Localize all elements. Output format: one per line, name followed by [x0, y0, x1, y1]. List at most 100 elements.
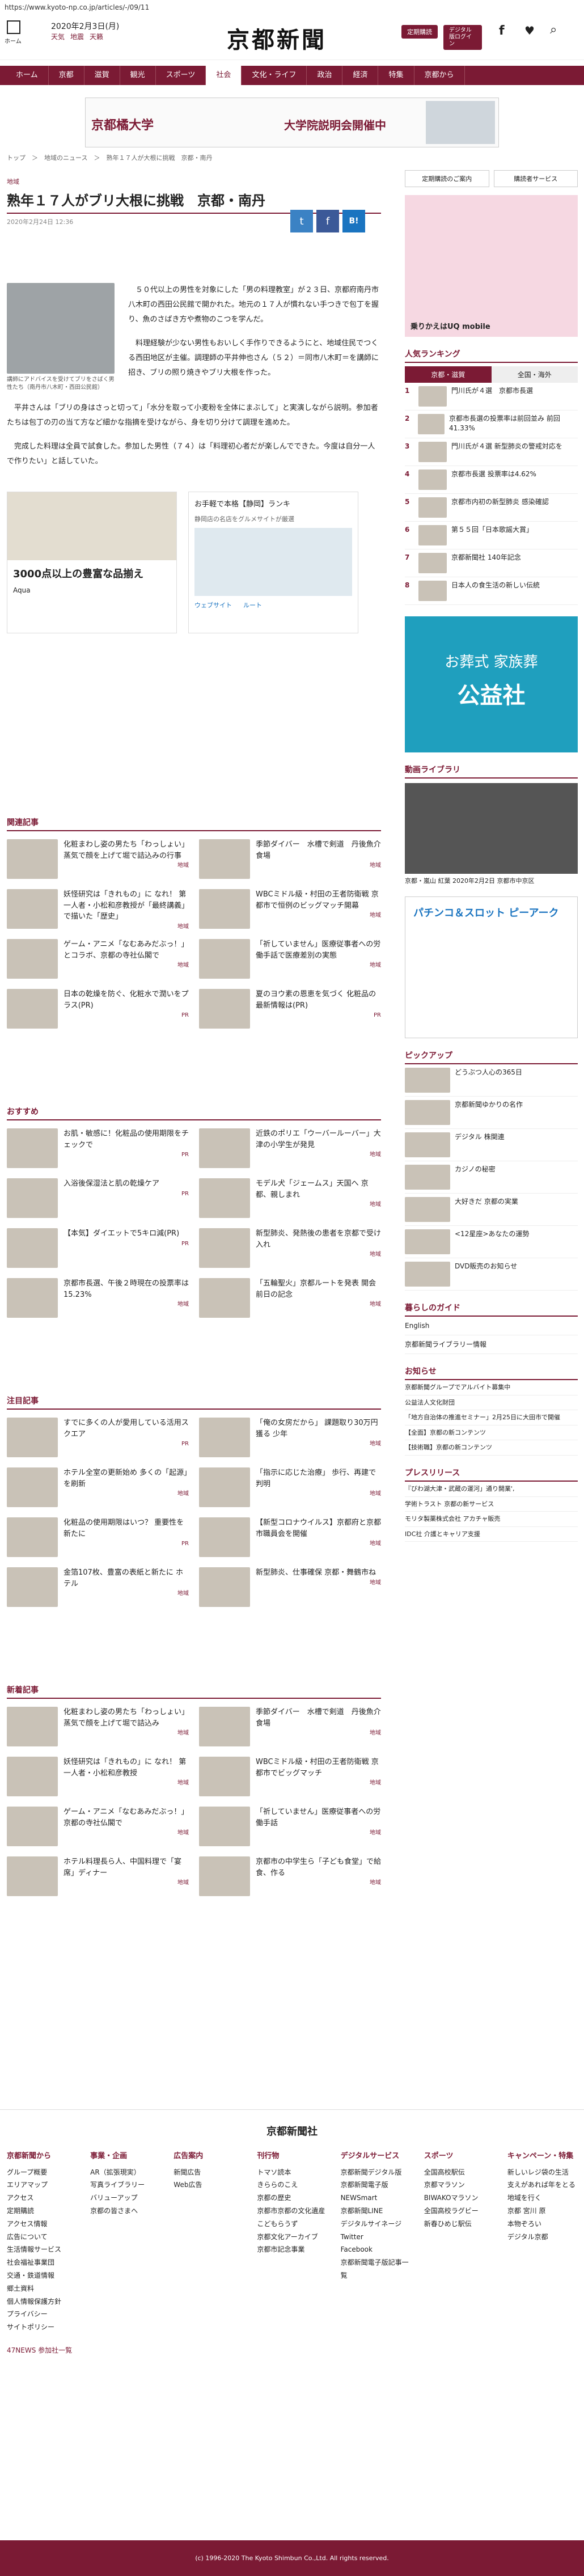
footer-link[interactable]: 全国高校ラグビー: [424, 2205, 494, 2218]
footer-link[interactable]: 京都文化アーカイブ: [257, 2231, 327, 2244]
ranking-item[interactable]: 6 第５５回「日本歌謡大賞」: [405, 522, 578, 549]
ranking-item[interactable]: 8 日本人の食生活の新しい伝統: [405, 577, 578, 605]
footer-link[interactable]: こどもらうず: [257, 2218, 327, 2231]
footer-link[interactable]: サイトポリシー: [7, 2321, 77, 2334]
menu-icon[interactable]: [7, 20, 20, 34]
right-ad[interactable]: お手軽で本格【静岡】ランキ 静岡店の名店をグルメサイトが厳選 ウェブサイト ルー…: [188, 492, 358, 633]
article-tile[interactable]: WBCミドル級・村田の王者防衛戦 京都市で恒例のビッグマッチ開幕 地域: [199, 889, 381, 929]
nav-kanko[interactable]: 観光: [120, 66, 156, 85]
share-hatena-icon[interactable]: B!: [342, 210, 365, 232]
release-link[interactable]: モリタ製薬株式会社 アカチャ販売: [405, 1512, 578, 1527]
footer-link[interactable]: エリアマップ: [7, 2179, 77, 2192]
article-tile[interactable]: 京都市の中学生ら「子ども食堂」で給食、作る 地域: [199, 1856, 381, 1896]
partners-label[interactable]: 47NEWS 参加社一覧: [0, 2345, 584, 2355]
footer-link[interactable]: 新しいレジ袋の生活: [507, 2166, 577, 2179]
pickup-item[interactable]: 大好きだ 京都の実業: [405, 1194, 578, 1226]
article-tile[interactable]: 「祈していません」医療従事者への労働手話で医療差別の実態 地域: [199, 939, 381, 979]
earthquake-link[interactable]: 地震: [70, 32, 84, 41]
article-tile[interactable]: 「祈していません」医療従事者への労働手話 地域: [199, 1807, 381, 1846]
footer-link[interactable]: 京都新聞LINE: [341, 2205, 411, 2218]
pickup-item[interactable]: デジタル 株関連: [405, 1129, 578, 1161]
release-link[interactable]: 学術トラスト 京都の新サービス: [405, 1497, 578, 1512]
article-photo[interactable]: [7, 283, 115, 374]
funeral-ad[interactable]: お葬式 家族葬 公益社: [405, 616, 578, 752]
ranking-item[interactable]: 4 京都市長選 投票率は4.62%: [405, 466, 578, 494]
footer-link[interactable]: 交通・鉄道情報: [7, 2269, 77, 2282]
ranking-tab-local[interactable]: 京都・滋賀: [405, 366, 492, 383]
footer-link[interactable]: 京都新聞電子版記事一覧: [341, 2256, 411, 2282]
article-category[interactable]: 地域: [7, 177, 381, 186]
footer-link[interactable]: 京都市記念事業: [257, 2243, 327, 2256]
top-banner-ad[interactable]: 京都橘大学 大学院説明会開催中: [85, 98, 499, 147]
news-link[interactable]: 【技術職】京都の新コンテンツ: [405, 1440, 578, 1456]
footer-link[interactable]: 京都新聞電子版: [341, 2179, 411, 2192]
nav-society[interactable]: 社会: [206, 66, 242, 85]
ad-route-button[interactable]: ルート: [243, 600, 262, 610]
article-tile[interactable]: 化粧まわし姿の男たち「わっしょい」 蒸気で顔を上げて堀で詰込み 地域: [7, 1707, 189, 1746]
footer-brand[interactable]: 京都新聞社: [0, 2124, 584, 2138]
footer-link[interactable]: 京都マラソン: [424, 2179, 494, 2192]
article-tile[interactable]: 入浴後保湿法と肌の乾燥ケア PR: [7, 1178, 189, 1218]
article-tile[interactable]: 金箔107枚、豊富の表紙と新たに ホテル 地域: [7, 1567, 189, 1607]
nav-politics[interactable]: 政治: [307, 66, 343, 85]
footer-link[interactable]: 新春ひめじ駅伝: [424, 2218, 494, 2231]
article-tile[interactable]: 【新型コロナウイルス】京都府と京都市職員会を開催 地域: [199, 1517, 381, 1557]
article-tile[interactable]: 妖怪研究は「きれもの」に なれ！ 第一人者・小松和彦教授が「最終講義」で描いた「…: [7, 889, 189, 930]
article-tile[interactable]: 季節ダイバー 水槽で剣道 丹後魚介食場 地域: [199, 839, 381, 879]
share-twitter-icon[interactable]: t: [290, 210, 313, 232]
pickup-item[interactable]: 京都新聞ゆかりの名作: [405, 1097, 578, 1129]
footer-link[interactable]: アクセス: [7, 2192, 77, 2205]
browser-url[interactable]: https://www.kyoto-np.co.jp/articles/-/09…: [0, 0, 584, 15]
news-link[interactable]: 公益法人文化財団: [405, 1395, 578, 1411]
breadcrumb[interactable]: トップ ＞ 地域のニュース ＞ 熟年１７人が大根に挑戦 京都・南丹: [7, 153, 212, 162]
article-tile[interactable]: モデル犬「ジェームス」天国へ 京都、親しまれ 地域: [199, 1178, 381, 1218]
article-tile[interactable]: 【本気】ダイエットで5キロ減(PR) PR: [7, 1228, 189, 1268]
uq-ad[interactable]: 乗りかえはUQ mobile: [405, 195, 578, 337]
footer-link[interactable]: 京都新聞デジタル版: [341, 2166, 411, 2179]
sidebar-service-link[interactable]: 購読者サービス: [493, 170, 578, 187]
nav-culture[interactable]: 文化・ライフ: [242, 66, 307, 85]
footer-link[interactable]: 写真ライブラリー: [90, 2179, 160, 2192]
article-tile[interactable]: ホテル全室の更新始め 多くの「起源」を刷新 地域: [7, 1467, 189, 1507]
footer-link[interactable]: 支えがあれば年をとる: [507, 2179, 577, 2192]
nav-economy[interactable]: 経済: [342, 66, 379, 85]
sidebar-subscribe-link[interactable]: 定期購読のご案内: [405, 170, 489, 187]
news-link[interactable]: 京都新聞グループでアルバイト募集中: [405, 1380, 578, 1395]
nav-sports[interactable]: スポーツ: [156, 66, 206, 85]
guide-link[interactable]: English: [405, 1317, 578, 1335]
ranking-item[interactable]: 7 京都新聞社 140年記念: [405, 549, 578, 577]
article-tile[interactable]: WBCミドル級・村田の王者防衛戦 京都市でビッグマッチ 地域: [199, 1757, 381, 1796]
search-icon[interactable]: ⌕: [550, 23, 557, 37]
video-thumbnail[interactable]: [405, 783, 578, 874]
weather-link[interactable]: 天気: [51, 32, 65, 41]
home-label[interactable]: ホーム: [5, 36, 22, 45]
footer-link[interactable]: 全国高校駅伝: [424, 2166, 494, 2179]
article-tile[interactable]: 新型肺炎、発熱後の患者を京都で受け入れ 地域: [199, 1228, 381, 1268]
ranking-item[interactable]: 5 京都市内初の新型肺炎 感染確認: [405, 494, 578, 522]
news-link[interactable]: 「地方自治体の推進セミナー」2月25日に大田市で開催: [405, 1410, 578, 1426]
nav-shiga[interactable]: 滋賀: [84, 66, 120, 85]
footer-link[interactable]: グループ概要: [7, 2166, 77, 2179]
footer-link[interactable]: 京都市京都の文化遺産: [257, 2205, 327, 2218]
share-facebook-icon[interactable]: f: [316, 210, 339, 232]
article-tile[interactable]: すでに多くの人が愛用している活用スクエア PR: [7, 1418, 189, 1457]
footer-link[interactable]: Facebook: [341, 2243, 411, 2256]
news-link[interactable]: 【全面】京都の新コンテンツ: [405, 1426, 578, 1441]
footer-link[interactable]: 地域を行く: [507, 2192, 577, 2205]
misc-link[interactable]: 天籁: [90, 32, 103, 41]
article-tile[interactable]: お肌・敏感に！化粧品の使用期限をチェックで PR: [7, 1128, 189, 1168]
article-tile[interactable]: 「五輪聖火」京都ルートを発表 開会前日の記念 地域: [199, 1278, 381, 1318]
ranking-tab-national[interactable]: 全国・海外: [491, 366, 578, 383]
release-link[interactable]: IDC社 介護とキャリア支援: [405, 1527, 578, 1542]
ranking-item[interactable]: 3 門川氏が４選 新型肺炎の警戒対応を: [405, 438, 578, 466]
pachinko-ad[interactable]: パチンコ＆スロット ピーアーク: [405, 896, 578, 1038]
footer-link[interactable]: アクセス情報: [7, 2218, 77, 2231]
article-tile[interactable]: ゲーム・アニメ「なむあみだぶっ！」 京都の寺社仏閣で 地域: [7, 1807, 189, 1846]
footer-link[interactable]: 京都の皆さまへ: [90, 2205, 160, 2218]
footer-link[interactable]: 生活情報サービス: [7, 2243, 77, 2256]
nav-from-kyoto[interactable]: 京都から: [414, 66, 465, 85]
article-tile[interactable]: 化粧まわし姿の男たち「わっしょい」 蒸気で顔を上げて堀で詰込みの行事 地域: [7, 839, 189, 879]
footer-link[interactable]: デジタルサイネージ: [341, 2218, 411, 2231]
footer-link[interactable]: 定期購読: [7, 2205, 77, 2218]
footer-link[interactable]: 新聞広告: [173, 2166, 243, 2179]
